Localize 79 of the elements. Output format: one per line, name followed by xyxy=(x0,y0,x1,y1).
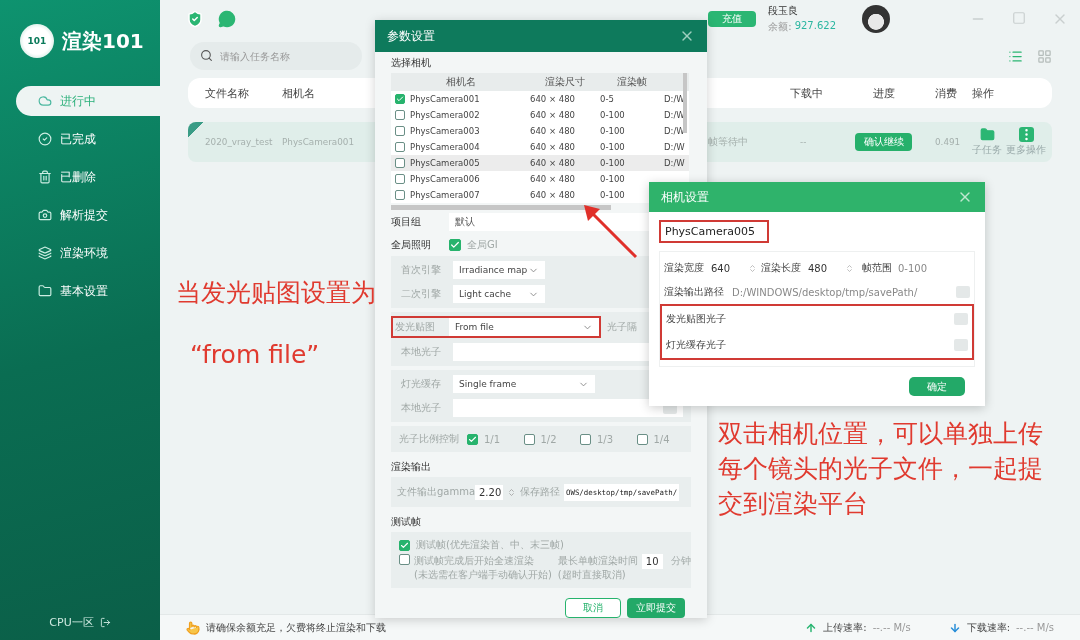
annotation-text: 当发光贴图设置为 xyxy=(176,277,376,309)
table-cell: 2020_vray_test xyxy=(205,137,273,147)
column-header: 操作 xyxy=(972,85,994,101)
column-header: 消费 xyxy=(934,85,957,101)
table-cell-text: 0-100 xyxy=(600,190,626,200)
field-label: 本地光子 xyxy=(400,345,442,359)
field-label: 首次引擎 xyxy=(400,263,442,277)
table-cell: PhysCamera001 xyxy=(282,137,354,147)
dialog-title: 参数设置 xyxy=(387,27,435,45)
user-name: 段玉良 xyxy=(768,4,800,18)
field-label: 项目组 xyxy=(391,215,422,229)
field-label: 最长单帧渲染时间 xyxy=(557,554,638,568)
table-cell-text: 640 × 480 xyxy=(530,110,576,120)
table-cell-text: -- xyxy=(799,137,807,147)
table-cell-text: 640 × 480 xyxy=(530,94,576,104)
balance-label: 余额: xyxy=(768,20,792,34)
checkbox-label: 1/4 xyxy=(653,433,670,445)
download-label: 下载速率: xyxy=(966,620,1010,635)
upload-label: 上传速率: xyxy=(823,620,867,635)
logo-text: 渲染101 xyxy=(62,27,144,55)
field-label: 本地光子 xyxy=(400,401,442,415)
table-cell: PhysCamera004 xyxy=(410,142,480,152)
table-cell: PhysCamera006 xyxy=(410,174,480,184)
column-header: 相机名 xyxy=(282,85,315,101)
checkbox-label: 测试帧(优先渲染首、中、末三帧) xyxy=(416,538,564,552)
checkbox-label: 测试帧完成后开始全速渲染 xyxy=(414,554,535,568)
field-label: 发光贴图光子 xyxy=(666,312,726,326)
field-label: 保存路径 xyxy=(520,485,560,499)
field-label: 全局照明 xyxy=(391,238,432,252)
column-header: 文件名称 xyxy=(205,85,249,101)
table-cell: PhysCamera003 xyxy=(410,126,480,136)
table-cell: PhysCamera002 xyxy=(410,110,480,120)
table-cell-text: 640 × 480 xyxy=(530,190,576,200)
checkbox-label: 1/3 xyxy=(597,433,614,445)
column-header: 下载中 xyxy=(790,85,823,101)
dialog-title: 相机设置 xyxy=(661,188,709,206)
table-cell-text: 640 × 480 xyxy=(530,142,576,152)
field-label: 发光贴图 xyxy=(394,320,436,334)
checkbox-label: 全局GI xyxy=(467,238,498,252)
checkbox-label: 1/1 xyxy=(484,433,501,445)
column-header: 渲染帧 xyxy=(617,75,647,89)
field-label: 帧范围 xyxy=(862,261,892,275)
section-label: 渲染输出 xyxy=(391,460,432,474)
server-region: CPU一区 xyxy=(49,615,94,630)
field-label: 渲染输出路径 xyxy=(664,285,724,299)
upload-speed: --.-- M/s xyxy=(872,622,912,633)
table-cell-text: D:/W xyxy=(664,142,686,152)
table-cell: PhysCamera001 xyxy=(410,94,480,104)
annotation-text: 双击相机位置，可以单独上传每个镜头的光子文件，一起提交到渲染平台 xyxy=(718,418,1044,520)
column-header: 渲染尺寸 xyxy=(545,75,585,89)
path-value: D:/WINDOWS/desktop/tmp/savePath/ xyxy=(732,286,918,298)
logo-badge: 101 xyxy=(20,24,54,58)
table-cell-text: 0-5 xyxy=(600,94,615,104)
download-speed: --.-- M/s xyxy=(1016,622,1054,633)
field-label: 渲染宽度 xyxy=(664,261,704,275)
status-notice: 请确保余额充足，欠费将终止渲染和下载 xyxy=(206,620,386,635)
table-cell-text: 640 × 480 xyxy=(530,174,576,184)
unit-label: 分钟 xyxy=(670,554,691,568)
range-value: 0-100 xyxy=(898,262,928,274)
table-cell-text: 640 × 480 xyxy=(530,126,576,136)
annotation-text: “from file” xyxy=(190,340,320,369)
field-label: 渲染长度 xyxy=(761,261,801,275)
balance-value: 927.622 xyxy=(794,20,836,33)
table-cell-text: 0-100 xyxy=(600,110,626,120)
field-label: 光子隔 xyxy=(607,320,637,334)
field-label: 光子比例控制 xyxy=(398,432,460,446)
table-cell-text: 0-100 xyxy=(600,126,626,136)
table-cell-text: 0.491 xyxy=(934,137,961,147)
checkbox-label: 1/2 xyxy=(540,433,557,445)
table-cell-text: 0-100 xyxy=(600,174,626,184)
table-cell: PhysCamera007 xyxy=(410,190,480,200)
column-header: 相机名 xyxy=(445,75,476,89)
section-label: 测试帧 xyxy=(391,515,422,529)
hint-text: (未选需在客户端手动确认开始) xyxy=(414,568,552,582)
column-header: 进度 xyxy=(872,85,895,101)
table-cell-text: 0-100 xyxy=(600,142,626,152)
section-label: 选择相机 xyxy=(391,56,432,70)
field-label: 灯光缓存光子 xyxy=(666,338,726,352)
field-label: 灯光缓存 xyxy=(400,377,442,391)
